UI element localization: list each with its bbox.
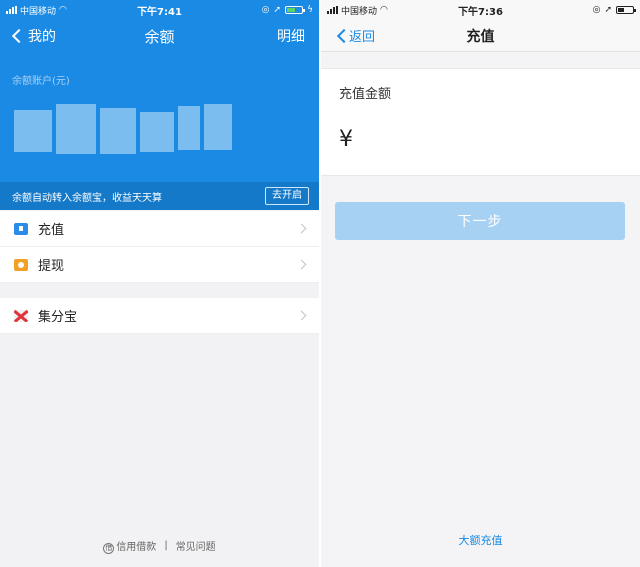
faq-link[interactable]: 常见问题 bbox=[176, 538, 216, 553]
next-step-button[interactable]: 下一步 bbox=[335, 202, 625, 240]
credit-loan-link[interactable]: 借信用借款 bbox=[103, 538, 156, 554]
promo-text: 余额自动转入余额宝，收益天天算 bbox=[12, 192, 162, 204]
amount-label: 充值金额 bbox=[339, 87, 392, 102]
battery-icon bbox=[616, 6, 636, 14]
chevron-right-icon bbox=[296, 259, 307, 270]
page-title: 余额 bbox=[144, 27, 175, 46]
footer-links: 借信用借款 | 常见问题 bbox=[0, 538, 319, 554]
balance-menu-2: 集分宝 bbox=[0, 298, 319, 334]
status-bar: 中国移动 ◠ 下午7:36 ◎ ➚ bbox=[321, 0, 640, 20]
balance-screen: 中国移动 ◠ 下午7:41 ◎ ➚ ϟ 我的 余额 明细 余额账户(元) 余额自… bbox=[0, 0, 319, 567]
details-button[interactable]: 明细 bbox=[277, 26, 305, 46]
jifenbao-icon bbox=[14, 309, 28, 322]
yuebao-promo-bar: 余额自动转入余额宝，收益天天算 去开启 bbox=[0, 182, 319, 210]
credit-loan-label: 信用借款 bbox=[116, 542, 157, 553]
footer-separator: | bbox=[164, 540, 168, 552]
recharge-icon bbox=[14, 222, 28, 235]
amount-input[interactable]: ¥ bbox=[339, 127, 353, 152]
withdraw-icon bbox=[14, 258, 28, 271]
chevron-right-icon bbox=[296, 223, 307, 234]
recharge-screen: 中国移动 ◠ 下午7:36 ◎ ➚ 返回 充值 充值金额 ¥ 下一步 大额充值 bbox=[321, 0, 640, 567]
enable-button[interactable]: 去开启 bbox=[265, 187, 309, 205]
page-title: 充值 bbox=[466, 28, 495, 45]
balance-menu: 充值 提现 bbox=[0, 211, 319, 283]
status-time: 下午7:36 bbox=[458, 6, 503, 18]
battery-icon bbox=[285, 6, 306, 14]
nav-bar: 我的 余额 明细 bbox=[0, 20, 319, 52]
chevron-right-icon bbox=[296, 310, 307, 321]
menu-item-recharge[interactable]: 充值 bbox=[0, 211, 319, 247]
balance-header: 中国移动 ◠ 下午7:41 ◎ ➚ ϟ 我的 余额 明细 余额账户(元) 余额自… bbox=[0, 0, 319, 210]
status-bar: 中国移动 ◠ 下午7:41 ◎ ➚ ϟ bbox=[0, 0, 319, 20]
nav-bar: 返回 充值 bbox=[321, 20, 640, 52]
credit-icon: 借 bbox=[103, 542, 115, 554]
menu-item-label: 充值 bbox=[38, 223, 65, 238]
amount-card: 充值金额 ¥ bbox=[321, 68, 640, 176]
status-time: 下午7:41 bbox=[137, 6, 182, 18]
menu-item-jifenbao[interactable]: 集分宝 bbox=[0, 298, 319, 334]
menu-item-withdraw[interactable]: 提现 bbox=[0, 247, 319, 283]
large-recharge-link[interactable]: 大额充值 bbox=[321, 532, 640, 548]
menu-item-label: 提现 bbox=[38, 259, 65, 274]
account-label: 余额账户(元) bbox=[12, 76, 70, 87]
menu-item-label: 集分宝 bbox=[38, 310, 78, 325]
balance-amount-blurred bbox=[14, 102, 234, 158]
